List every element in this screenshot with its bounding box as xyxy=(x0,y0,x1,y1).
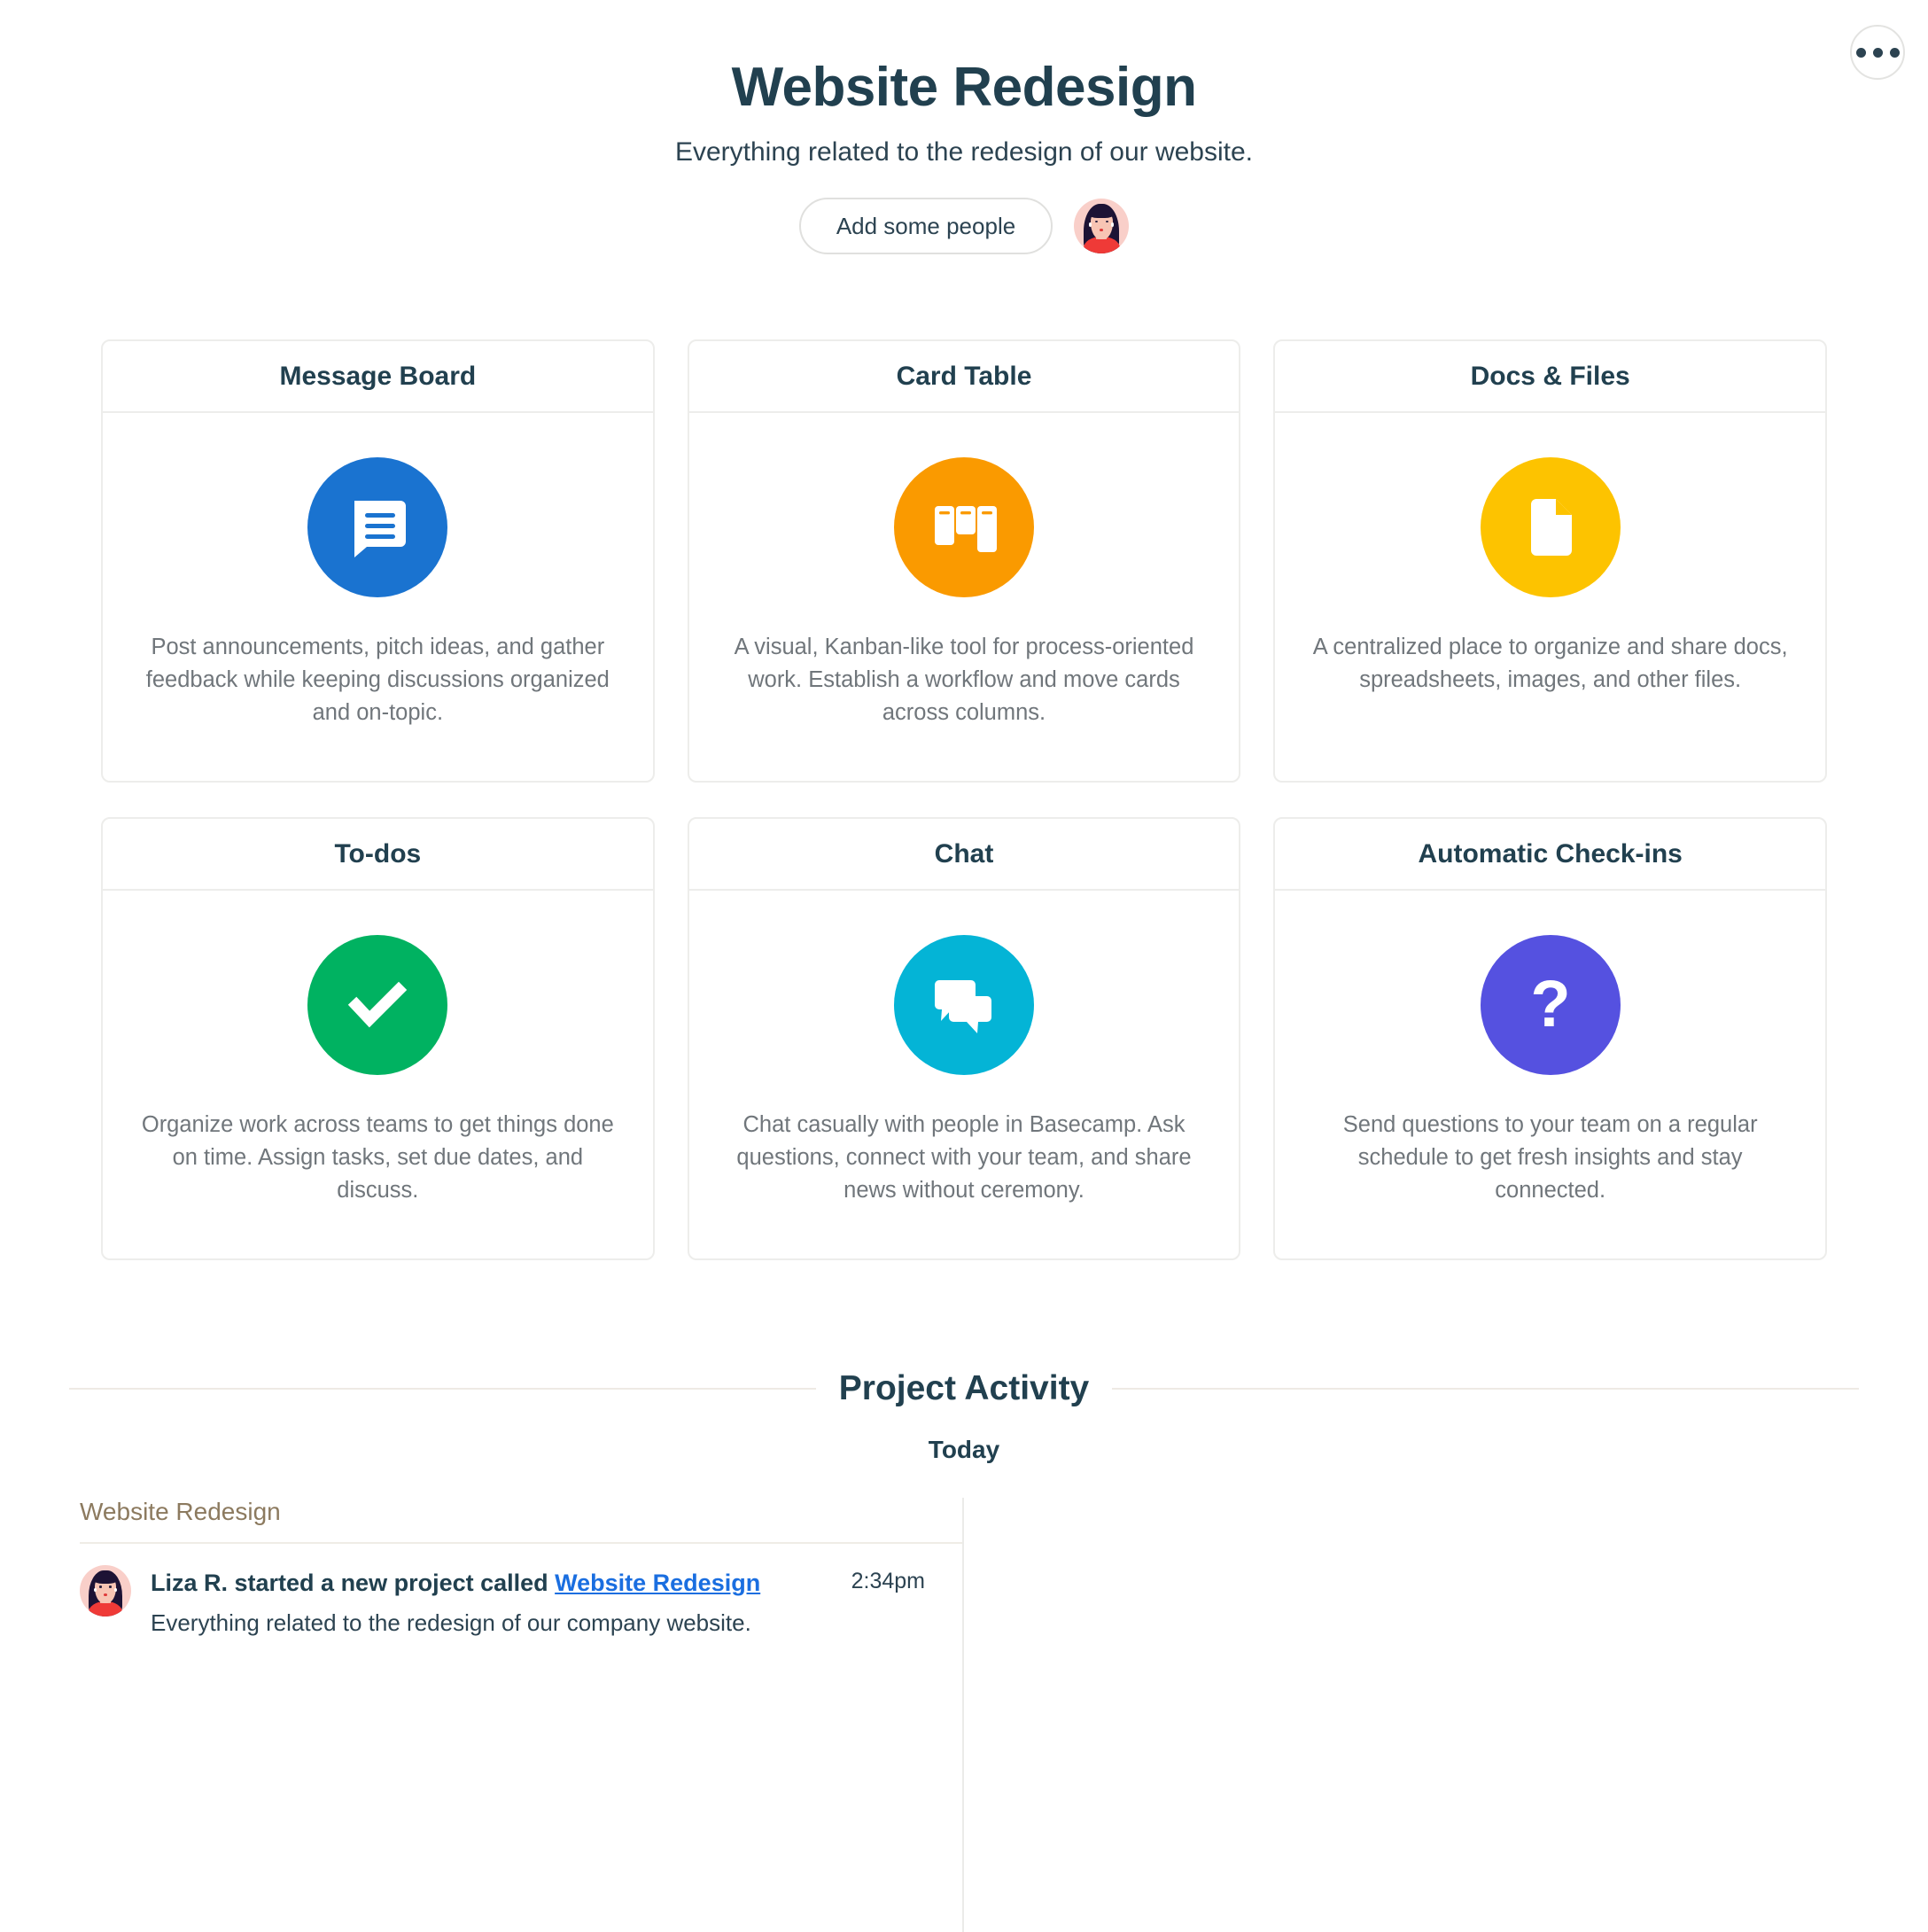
people-row: Add some people xyxy=(0,197,1928,254)
ellipsis-icon xyxy=(1889,47,1900,58)
tool-card-description: Send questions to your team on a regular… xyxy=(1342,1112,1758,1203)
avatar xyxy=(80,1565,131,1616)
tool-card-body: A visual, Kanban-like tool for process-o… xyxy=(689,413,1240,781)
svg-text:?: ? xyxy=(1530,967,1570,1040)
ellipsis-icon xyxy=(1872,47,1883,58)
tool-card-title: Chat xyxy=(934,838,994,869)
avatar-eye xyxy=(1105,220,1108,223)
avatar[interactable] xyxy=(1074,198,1130,253)
activity-item-headline-text: Liza R. started a new project called xyxy=(151,1570,556,1596)
activity-feed: Website Redesign Liza R. started a new p… xyxy=(80,1498,962,1639)
avatar-eye xyxy=(109,1585,112,1588)
tool-card-description: Chat casually with people in Basecamp. A… xyxy=(736,1112,1192,1203)
tool-card-automatic-checkins[interactable]: Automatic Check-ins ? Send questions to … xyxy=(1273,817,1827,1260)
tool-card-title: Docs & Files xyxy=(1470,361,1630,391)
tool-card-description: A visual, Kanban-like tool for process-o… xyxy=(734,635,1194,725)
avatar-body xyxy=(1083,237,1120,253)
tool-card-chat[interactable]: Chat Chat casually with people in Baseca… xyxy=(687,817,1241,1260)
tool-card-header: To-dos xyxy=(103,819,653,891)
avatar-earring xyxy=(93,1587,97,1592)
tool-card-card-table[interactable]: Card Table A visual, Kanban-like tool fo… xyxy=(687,339,1241,783)
chat-icon xyxy=(893,935,1034,1075)
activity-item-time: 2:34pm xyxy=(851,1569,925,1593)
message-board-icon xyxy=(307,457,448,597)
avatar-eye xyxy=(1094,220,1098,223)
add-people-button[interactable]: Add some people xyxy=(798,197,1053,254)
activity-item-headline: Liza R. started a new project called Web… xyxy=(151,1567,832,1600)
card-table-icon xyxy=(893,457,1034,597)
tool-card-header: Automatic Check-ins xyxy=(1275,819,1825,891)
tool-card-body: Chat casually with people in Basecamp. A… xyxy=(689,891,1240,1258)
activity-group-label: Website Redesign xyxy=(80,1498,962,1544)
tool-card-title: Message Board xyxy=(279,361,477,391)
tool-card-body: Organize work across teams to get things… xyxy=(103,891,653,1258)
tool-card-title: To-dos xyxy=(334,838,422,869)
activity-date-label: Today xyxy=(928,1436,1000,1463)
activity-item[interactable]: Liza R. started a new project called Web… xyxy=(80,1544,962,1639)
divider-left xyxy=(69,1388,816,1390)
tool-card-body: ? Send questions to your team on a regul… xyxy=(1275,891,1825,1258)
project-activity-heading: Project Activity xyxy=(838,1369,1090,1407)
docs-files-icon xyxy=(1480,457,1621,597)
avatar-mouth xyxy=(103,1593,108,1596)
checkins-icon: ? xyxy=(1480,935,1621,1075)
tool-card-header: Docs & Files xyxy=(1275,341,1825,413)
avatar-fringe xyxy=(93,1572,118,1584)
more-options-button[interactable] xyxy=(1850,25,1905,80)
tool-card-docs-files[interactable]: Docs & Files A centralized place to orga… xyxy=(1273,339,1827,783)
project-header: Website Redesign Everything related to t… xyxy=(0,0,1928,254)
ellipsis-icon xyxy=(1855,47,1866,58)
activity-item-project-link[interactable]: Website Redesign xyxy=(555,1570,760,1596)
divider-right xyxy=(1112,1388,1860,1390)
tools-grid: Message Board Post announcements, pitch … xyxy=(101,339,1827,1260)
project-activity-heading-row: Project Activity xyxy=(69,1369,1860,1408)
feed-column-divider xyxy=(962,1498,964,1932)
tool-card-header: Message Board xyxy=(103,341,653,413)
tool-card-title: Automatic Check-ins xyxy=(1418,838,1683,869)
page-title: Website Redesign xyxy=(731,57,1197,118)
activity-item-subtext: Everything related to the redesign of ou… xyxy=(151,1609,751,1637)
todos-icon xyxy=(307,935,448,1075)
avatar-earring xyxy=(114,1587,118,1592)
tool-card-message-board[interactable]: Message Board Post announcements, pitch … xyxy=(101,339,655,783)
tool-card-description: Post announcements, pitch ideas, and gat… xyxy=(145,635,610,725)
avatar-eye xyxy=(99,1585,102,1588)
tool-card-body: Post announcements, pitch ideas, and gat… xyxy=(103,413,653,781)
tool-card-todos[interactable]: To-dos Organize work across teams to get… xyxy=(101,817,655,1260)
activity-item-main: Liza R. started a new project called Web… xyxy=(151,1565,832,1639)
tool-card-header: Card Table xyxy=(688,341,1240,413)
tool-card-title: Card Table xyxy=(896,361,1032,391)
tool-card-description: A centralized place to organize and shar… xyxy=(1312,635,1788,692)
page-subtitle: Everything related to the redesign of ou… xyxy=(674,136,1254,167)
avatar-earring xyxy=(1111,222,1115,227)
tool-card-body: A centralized place to organize and shar… xyxy=(1275,413,1825,781)
tool-card-header: Chat xyxy=(688,819,1240,891)
tool-card-description: Organize work across teams to get things… xyxy=(141,1112,614,1203)
project-page: Website Redesign Everything related to t… xyxy=(0,0,1928,1932)
